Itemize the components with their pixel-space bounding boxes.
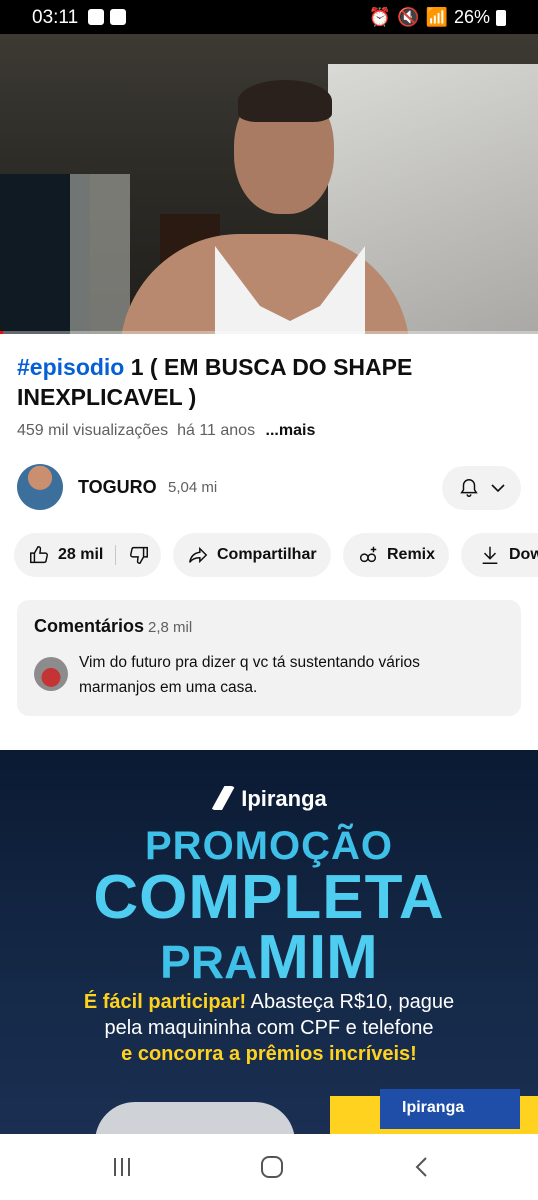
video-frame-curtain [70,174,130,334]
share-icon [189,546,208,564]
comments-title: Comentários [34,616,145,636]
ad-body-line-3: e concorra a prêmios incríveis! [121,1043,417,1065]
ad-headline-3b: MIM [257,923,378,992]
recents-button[interactable] [82,1134,162,1200]
home-button[interactable] [232,1134,312,1200]
remix-label: Remix [387,546,436,563]
video-title[interactable]: #episodio 1 ( EM BUSCA DO SHAPE INEXPLIC… [17,352,517,412]
download-icon [482,546,498,564]
subscriber-count: 5,04 mi [168,479,218,496]
status-bar: 03:11 ⏰ 🔇 📶 26% [0,0,538,34]
ad-body-highlight: É fácil participar! [83,991,247,1013]
home-icon [261,1156,283,1178]
share-button[interactable]: Compartilhar [173,533,331,577]
comments-header: Comentários 2,8 mil [34,616,192,637]
more-description-link[interactable]: ...mais [266,422,316,439]
back-button[interactable] [382,1134,462,1200]
status-time: 03:11 [32,7,79,28]
ad-brand-name: Ipiranga [241,786,327,811]
share-label: Compartilhar [217,546,317,563]
battery-icon [496,9,506,26]
wifi-icon: 📶 [425,7,448,27]
chevron-down-icon [490,484,505,493]
ipiranga-logo-icon [211,786,236,810]
like-dislike-pill: 28 mil [14,533,161,577]
video-player[interactable] [0,34,538,334]
comments-panel[interactable]: Comentários 2,8 mil Vim do futuro pra diz… [17,600,521,716]
channel-avatar[interactable] [17,464,63,510]
remix-icon [359,546,377,563]
download-button[interactable]: Download [461,533,538,577]
ad-station-sign: Ipiranga [380,1089,520,1129]
ad-brand-logo: Ipiranga [0,786,538,812]
action-bar: 28 mil Compartilhar Remix Download [14,533,538,577]
video-meta[interactable]: 459 mil visualizações há 11 anos ...mais [17,422,315,440]
mute-icon: 🔇 [397,7,420,27]
notification-icons [88,9,126,25]
gallery-notification-icon [88,9,104,25]
like-count[interactable]: 28 mil [58,546,103,564]
ad-body-rest: Abasteça R$10, pague [246,991,455,1013]
like-icon[interactable] [28,544,50,566]
recents-icon [114,1158,130,1176]
commenter-avatar [34,657,68,691]
system-icons: ⏰ 🔇 📶 26% [369,7,506,28]
upload-age: há 11 anos [177,422,256,439]
check-notification-icon [110,9,126,25]
channel-name[interactable]: TOGURO [78,477,157,498]
ad-car-image [95,1102,295,1136]
dislike-icon[interactable] [128,544,150,566]
download-label: Download [509,546,538,563]
system-nav-bar [0,1134,538,1200]
ad-headline-3: PRAMIM [0,922,538,993]
remix-button[interactable]: Remix [343,533,449,577]
ad-banner[interactable]: Ipiranga PROMOÇÃO COMPLETA PRAMIM É fáci… [0,750,538,1136]
battery-percent: 26% [453,7,490,27]
comments-count: 2,8 mil [148,619,193,636]
ad-body-line-2: pela maquininha com CPF e telefone [104,1017,434,1039]
video-details: #episodio 1 ( EM BUSCA DO SHAPE INEXPLIC… [0,334,538,750]
ad-body-line-1: É fácil participar! Abasteça R$10, pague [0,991,538,1014]
like-divider [115,545,117,565]
ad-headline-3a: PRA [160,936,258,988]
video-progress-played [0,331,3,334]
title-hashtag-link[interactable]: #episodio [17,354,124,380]
bell-icon [459,479,478,497]
view-count: 459 mil visualizações [17,422,169,439]
alarm-icon: ⏰ [368,7,392,27]
notifications-button[interactable] [442,466,521,510]
top-comment-text: Vim do futuro pra dizer q vc tá sustenta… [79,654,420,696]
back-icon [415,1157,427,1177]
video-frame-person-hair [238,80,332,122]
